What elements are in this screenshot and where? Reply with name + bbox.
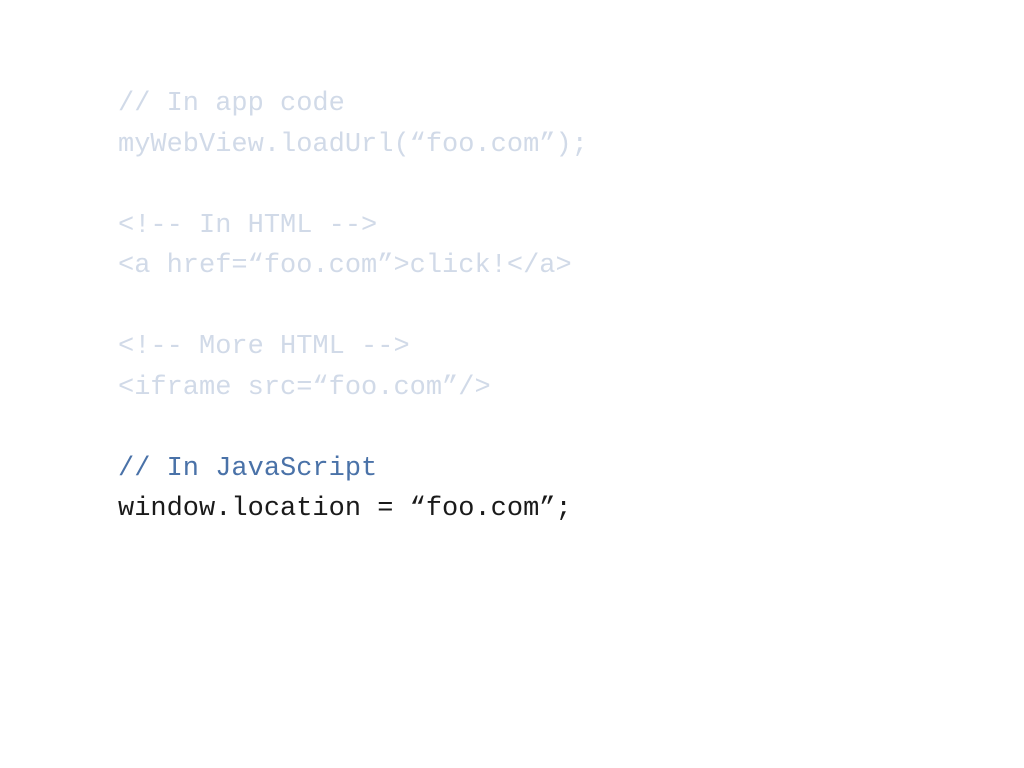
code-line-iframe: <iframe src=“foo.com”/> xyxy=(118,368,1024,409)
code-line-window-location: window.location = “foo.com”; xyxy=(118,489,1024,530)
code-line-anchor: <a href=“foo.com”>click!</a> xyxy=(118,246,1024,287)
blank-line xyxy=(118,165,1024,206)
code-comment-more-html: <!-- More HTML --> xyxy=(118,327,1024,368)
code-comment-app: // In app code xyxy=(118,84,1024,125)
blank-line xyxy=(118,287,1024,328)
code-slide: // In app code myWebView.loadUrl(“foo.co… xyxy=(118,84,1024,530)
code-comment-js: // In JavaScript xyxy=(118,449,1024,490)
blank-line xyxy=(118,408,1024,449)
code-comment-html: <!-- In HTML --> xyxy=(118,206,1024,247)
code-line-loadurl: myWebView.loadUrl(“foo.com”); xyxy=(118,125,1024,166)
